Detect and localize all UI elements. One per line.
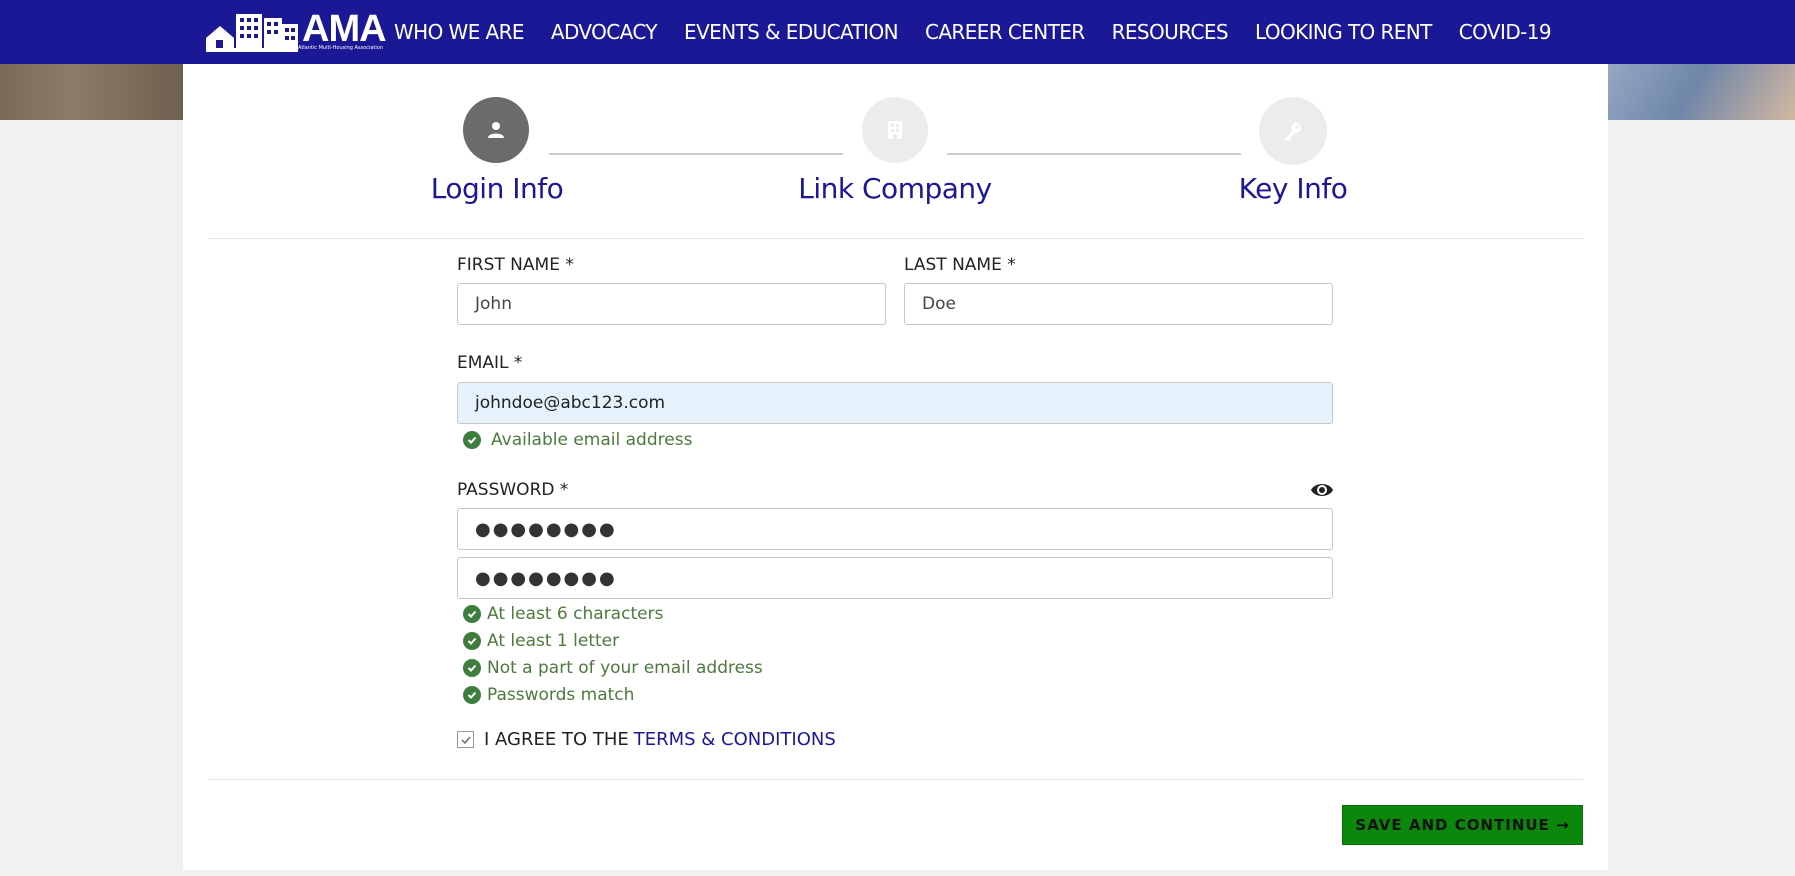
password-rule: At least 1 letter <box>463 631 619 651</box>
nav-events-education[interactable]: EVENTS & EDUCATION <box>684 20 899 44</box>
checkmark-icon <box>461 736 471 744</box>
check-circle-icon <box>463 632 481 650</box>
password-rule: At least 6 characters <box>463 604 663 624</box>
page-background-strip <box>0 870 1795 876</box>
last-name-label: LAST NAME * <box>904 255 1016 275</box>
terms-conditions-link[interactable]: TERMS & CONDITIONS <box>634 729 836 750</box>
eye-icon[interactable] <box>1310 479 1334 501</box>
step-connector-2 <box>947 153 1241 155</box>
step-label-login-info[interactable]: Login Info <box>430 172 564 205</box>
background-photo-right <box>1608 64 1795 120</box>
stepper-divider <box>208 238 1583 239</box>
nav-looking-to-rent[interactable]: LOOKING TO RENT <box>1255 20 1432 44</box>
email-input[interactable]: johndoe@abc123.com <box>457 382 1333 424</box>
nav-career-center[interactable]: CAREER CENTER <box>925 20 1085 44</box>
step-connector-1 <box>549 153 843 155</box>
logo-tagline: Atlantic Multi-Housing Association <box>298 45 384 51</box>
check-circle-icon <box>463 659 481 677</box>
email-status: Available email address <box>463 430 692 450</box>
terms-agreement: I AGREE TO THE TERMS & CONDITIONS <box>457 729 836 750</box>
step-link-company-circle[interactable] <box>862 97 928 163</box>
check-circle-icon <box>463 605 481 623</box>
save-and-continue-button[interactable]: SAVE AND CONTINUE → <box>1342 805 1583 845</box>
step-label-link-company[interactable]: Link Company <box>790 172 1000 205</box>
first-name-label: FIRST NAME * <box>457 255 574 275</box>
email-status-text: Available email address <box>491 430 693 450</box>
nav-who-we-are[interactable]: WHO WE ARE <box>394 20 525 44</box>
password-input[interactable]: ●●●●●●●● <box>457 508 1333 550</box>
user-icon <box>488 122 504 138</box>
form-divider <box>208 779 1583 780</box>
password-label: PASSWORD * <box>457 480 569 500</box>
ama-logo[interactable]: AMA Atlantic Multi-Housing Association <box>206 8 392 52</box>
step-login-info-circle[interactable] <box>463 97 529 163</box>
password-rule-text: Passwords match <box>487 685 635 705</box>
check-circle-icon <box>463 686 481 704</box>
password-rule-text: At least 1 letter <box>487 631 620 651</box>
password-rule: Not a part of your email address <box>463 658 763 678</box>
password-rule-text: At least 6 characters <box>487 604 664 624</box>
agree-text: I AGREE TO THE <box>484 729 629 750</box>
check-circle-icon <box>463 431 481 449</box>
confirm-password-input[interactable]: ●●●●●●●● <box>457 557 1333 599</box>
buildings-logo-icon <box>206 14 298 52</box>
building-icon <box>888 121 902 139</box>
terms-checkbox[interactable] <box>457 731 474 748</box>
nav-resources[interactable]: RESOURCES <box>1112 20 1229 44</box>
key-icon <box>1285 123 1301 141</box>
nav-advocacy[interactable]: ADVOCACY <box>551 20 658 44</box>
email-label: EMAIL * <box>457 353 523 373</box>
top-navbar: AMA Atlantic Multi-Housing Association W… <box>0 0 1795 64</box>
step-label-key-info[interactable]: Key Info <box>1234 172 1352 205</box>
password-rule-text: Not a part of your email address <box>487 658 763 678</box>
background-photo-left <box>0 64 183 120</box>
password-rule: Passwords match <box>463 685 634 705</box>
step-key-info-circle[interactable] <box>1259 97 1327 165</box>
first-name-input[interactable]: John <box>457 283 886 325</box>
main-nav: WHO WE ARE ADVOCACY EVENTS & EDUCATION C… <box>394 0 1552 64</box>
last-name-input[interactable]: Doe <box>904 283 1333 325</box>
nav-covid-19[interactable]: COVID-19 <box>1459 20 1552 44</box>
